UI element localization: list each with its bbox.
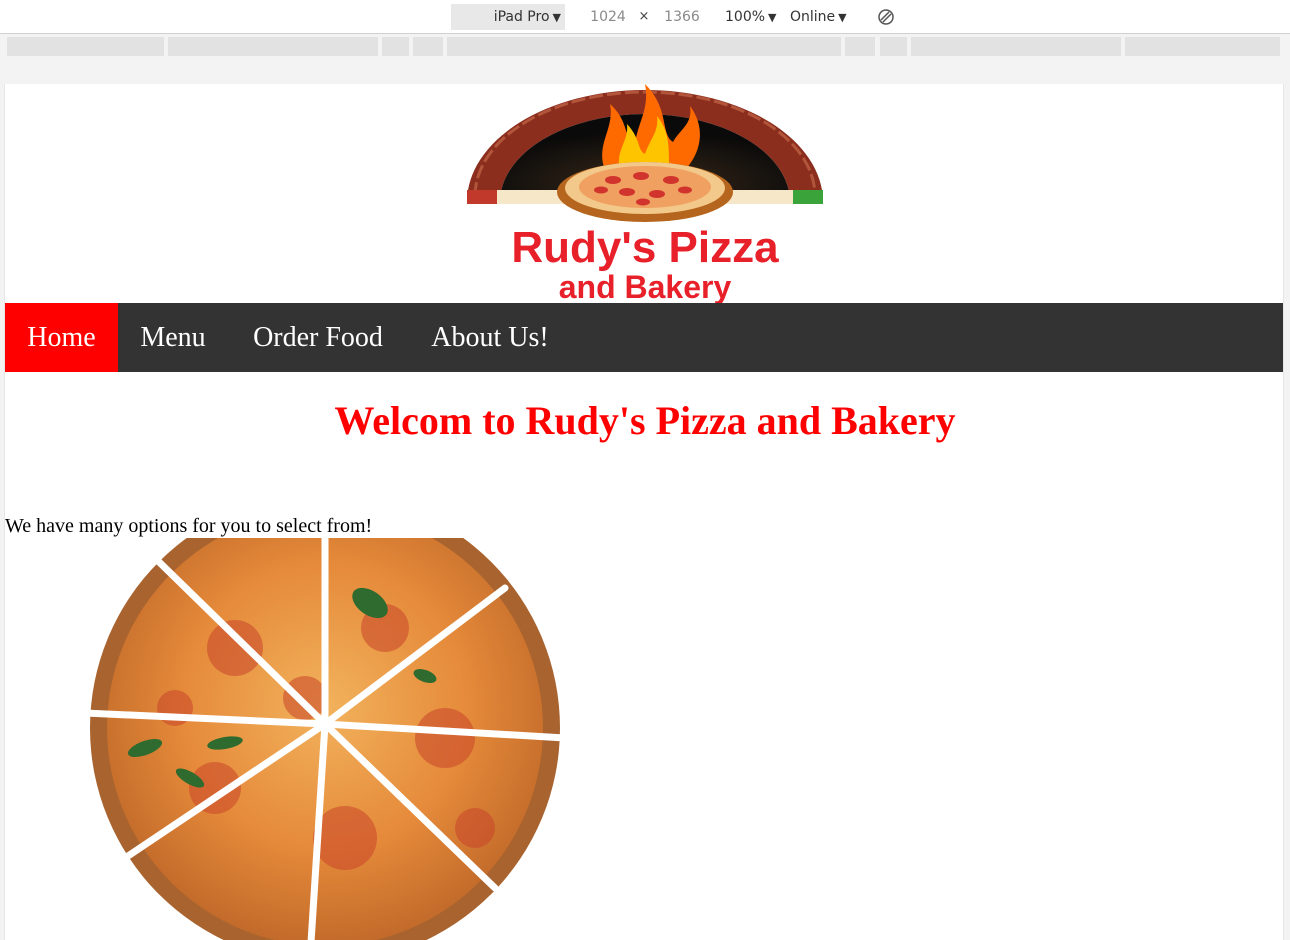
nav-about-us[interactable]: About Us! xyxy=(408,303,572,372)
page-title: Welcom to Rudy's Pizza and Bakery xyxy=(334,398,956,443)
media-query-segment[interactable] xyxy=(413,37,443,56)
width-input[interactable]: 1024 xyxy=(586,4,630,30)
device-toolbar: iPad Pro ▼ 1024 × 1366 100% ▼ Online ▼ xyxy=(0,0,1290,34)
pizza-image xyxy=(85,538,569,940)
media-query-segment[interactable] xyxy=(382,37,409,56)
network-throttle-select[interactable]: Online ▼ xyxy=(790,4,854,30)
logo-title: Rudy's Pizza xyxy=(511,223,779,272)
media-query-bar xyxy=(0,37,1290,57)
media-query-segment[interactable] xyxy=(447,37,841,56)
caret-down-icon: ▼ xyxy=(768,11,777,24)
network-select-label: Online xyxy=(790,9,836,25)
height-input[interactable]: 1366 xyxy=(660,4,704,30)
media-query-segment[interactable] xyxy=(845,37,875,56)
device-select-label: iPad Pro xyxy=(493,9,550,25)
intro-text: We have many options for you to select f… xyxy=(5,515,373,537)
nav-menu[interactable]: Menu xyxy=(118,303,228,372)
zoom-select-label: 100% xyxy=(725,9,766,25)
main-navigation: Home Menu Order Food About Us! xyxy=(5,303,1283,372)
page-viewport: Rudy's Pizza and Bakery Home Menu Order … xyxy=(4,84,1284,940)
media-query-segment[interactable] xyxy=(1125,37,1280,56)
media-query-segment[interactable] xyxy=(880,37,907,56)
pizza-oven-logo: Rudy's Pizza and Bakery xyxy=(467,84,823,303)
nav-home[interactable]: Home xyxy=(5,303,118,372)
times-icon: × xyxy=(638,9,650,24)
media-query-segment[interactable] xyxy=(7,37,164,56)
logo-subtitle: and Bakery xyxy=(559,269,732,303)
rotate-icon[interactable] xyxy=(877,8,895,26)
nav-order-food[interactable]: Order Food xyxy=(228,303,408,372)
media-query-segment[interactable] xyxy=(911,37,1121,56)
zoom-select[interactable]: 100% ▼ xyxy=(725,4,783,30)
caret-down-icon: ▼ xyxy=(838,11,847,24)
device-select[interactable]: iPad Pro ▼ xyxy=(451,4,565,30)
media-query-segment[interactable] xyxy=(168,37,378,56)
caret-down-icon: ▼ xyxy=(552,11,561,24)
